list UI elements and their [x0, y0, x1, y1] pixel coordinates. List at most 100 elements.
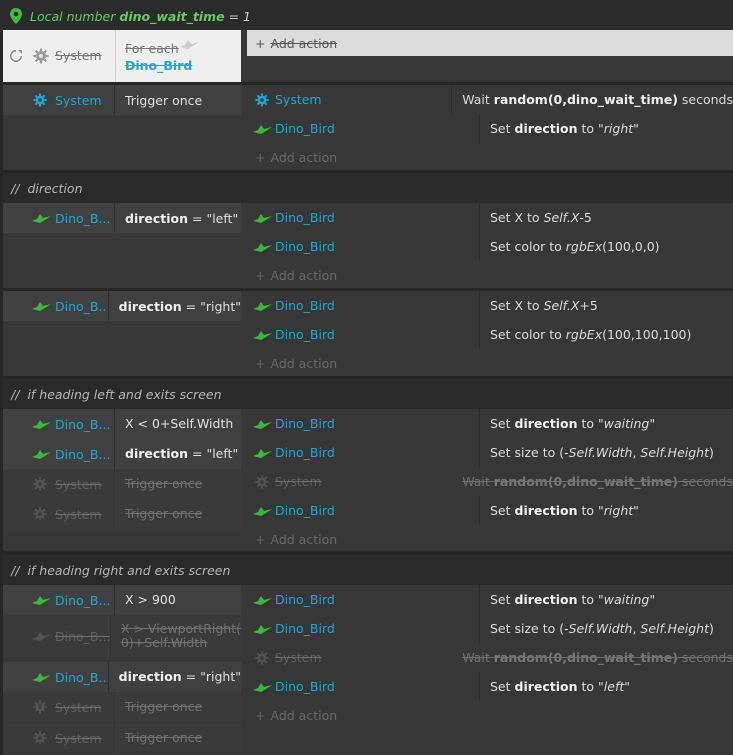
- action-object: Dino_Bird: [247, 320, 480, 349]
- dino-bird-icon: [253, 301, 272, 311]
- gear-icon: [255, 474, 269, 489]
- condition-row[interactable]: System Trigger once: [3, 469, 241, 499]
- action-object: Dino_Bird: [247, 585, 480, 614]
- event-direction-right[interactable]: Dino_B... direction = "right" Dino_Bird …: [3, 291, 733, 376]
- action-object-label: System: [275, 650, 322, 665]
- add-action-button[interactable]: + Add action: [247, 144, 337, 170]
- dino-bird-icon: [32, 450, 51, 459]
- add-action-button[interactable]: + Add action: [247, 262, 337, 288]
- condition-row[interactable]: System Trigger once: [3, 723, 241, 753]
- condition-text: Trigger once: [125, 92, 203, 108]
- action-row[interactable]: Dino_Bird Set size to (-Self.Width, Self…: [247, 614, 733, 643]
- dino-bird-icon: [32, 420, 51, 429]
- condition-row[interactable]: Dino_B... X < 0+Self.Width: [3, 409, 241, 439]
- action-text: Set direction to "waiting": [490, 416, 656, 431]
- action-text: Set color to rgbEx(100,0,0): [490, 239, 660, 254]
- action-text: Set color to rgbEx(100,100,100): [490, 327, 692, 342]
- add-action-button[interactable]: + Add action: [247, 702, 337, 728]
- add-action-button[interactable]: + Add action: [247, 526, 337, 552]
- action-text: Set direction to "right": [490, 503, 639, 518]
- action-text: Set direction to "left": [490, 679, 630, 694]
- event-direction-left[interactable]: Dino_B... direction = "left" Dino_Bird S…: [3, 203, 733, 288]
- event-left-exit[interactable]: Dino_B... X < 0+Self.Width Dino_B... dir…: [3, 409, 733, 551]
- action-row[interactable]: System Wait random(0,dino_wait_time) sec…: [247, 643, 733, 672]
- condition-object: System: [3, 692, 115, 722]
- action-row[interactable]: Dino_Bird Set direction to "right": [247, 496, 733, 525]
- local-variable-row[interactable]: Local number dino_wait_time = 1: [0, 0, 733, 32]
- action-text: Wait random(0,dino_wait_time) seconds: [462, 650, 733, 665]
- action-text: Wait random(0,dino_wait_time) seconds: [462, 474, 733, 489]
- condition-object: Dino_B...: [3, 615, 111, 657]
- condition-object: Dino_B...: [3, 585, 115, 615]
- action-object: System: [247, 467, 453, 496]
- dino-bird-icon: [32, 596, 51, 605]
- action-object-label: System: [275, 474, 322, 489]
- dino-bird-icon: [253, 506, 272, 516]
- add-action-button[interactable]: + Add action: [247, 30, 733, 56]
- action-wait[interactable]: System Wait random(0,dino_wait_time) sec…: [247, 85, 733, 114]
- action-object-label: Dino_Bird: [275, 592, 335, 607]
- event-right-exit[interactable]: Dino_B... X > 900 Dino_B... X > Viewport…: [3, 585, 733, 755]
- condition-row[interactable]: Dino_B... direction = "right": [3, 662, 241, 692]
- foreach-condition[interactable]: System For each Dino_Bird: [3, 30, 241, 82]
- dino-bird-icon: [253, 242, 272, 252]
- action-object-label: Dino_Bird: [275, 503, 335, 518]
- action-row[interactable]: Dino_Bird Set direction to "waiting": [247, 409, 733, 438]
- action-object: Dino_Bird: [247, 409, 480, 438]
- dino-bird-icon: [32, 632, 51, 641]
- condition-object: Dino_B...: [3, 291, 109, 321]
- action-row[interactable]: Dino_Bird Set direction to "waiting": [247, 585, 733, 614]
- condition-row[interactable]: Dino_B... X > ViewportRight(0)+Self.Widt…: [3, 615, 241, 657]
- condition-text: X < 0+Self.Width: [125, 416, 234, 431]
- action-text: Set size to (-Self.Width, Self.Height): [490, 445, 714, 460]
- condition-row[interactable]: System Trigger once: [3, 499, 241, 529]
- dino-bird-icon: [253, 124, 272, 134]
- action-object: System: [247, 85, 453, 114]
- action-object: Dino_Bird: [247, 496, 480, 525]
- comment-direction[interactable]: //direction: [3, 173, 733, 203]
- action-object: Dino_Bird: [247, 614, 480, 643]
- action-set-x[interactable]: Dino_Bird Set X to Self.X+5: [247, 291, 733, 320]
- condition-object: Dino_B...: [3, 203, 115, 233]
- action-object-label: Dino_Bird: [275, 621, 335, 636]
- condition-trigger-once[interactable]: System Trigger once: [3, 85, 241, 115]
- gear-icon: [33, 731, 47, 745]
- gear-icon: [33, 477, 47, 491]
- condition-object: System: [3, 469, 115, 499]
- action-row[interactable]: System Wait random(0,dino_wait_time) sec…: [247, 467, 733, 496]
- action-object: Dino_Bird: [247, 203, 480, 232]
- add-action-button[interactable]: + Add action: [247, 350, 337, 376]
- condition-row[interactable]: System Trigger once: [3, 692, 241, 722]
- condition-text: X > 900: [125, 592, 176, 607]
- comment-heading-right[interactable]: //if heading right and exits screen: [3, 555, 733, 585]
- action-row[interactable]: Dino_Bird Set direction to "left": [247, 672, 733, 701]
- action-text: Set direction to "waiting": [490, 592, 656, 607]
- event-foreach[interactable]: System For each Dino_Bird + Add action: [3, 30, 733, 82]
- action-row[interactable]: Dino_Bird Set size to (-Self.Width, Self…: [247, 438, 733, 467]
- condition-object: System: [3, 723, 115, 753]
- gear-icon: [33, 48, 49, 64]
- condition-direction-right[interactable]: Dino_B... direction = "right": [3, 291, 241, 321]
- condition-row[interactable]: Dino_B... X > 900: [3, 585, 241, 615]
- local-var-name: dino_wait_time: [119, 8, 225, 24]
- action-set-color[interactable]: Dino_Bird Set color to rgbEx(100,0,0): [247, 232, 733, 261]
- dino-bird-icon: [32, 302, 51, 311]
- action-object: Dino_Bird: [247, 291, 480, 320]
- comment-heading-left[interactable]: //if heading left and exits screen: [3, 379, 733, 409]
- gear-icon: [255, 650, 269, 665]
- action-text: Set X to Self.X+5: [490, 298, 598, 313]
- action-set-x[interactable]: Dino_Bird Set X to Self.X-5: [247, 203, 733, 232]
- event-trigger-once[interactable]: System Trigger once System Wait random(0…: [3, 85, 733, 170]
- condition-text: direction = "right": [118, 298, 241, 314]
- action-object: Dino_Bird: [247, 672, 480, 701]
- action-set-color[interactable]: Dino_Bird Set color to rgbEx(100,100,100…: [247, 320, 733, 349]
- action-object: Dino_Bird: [247, 114, 480, 143]
- condition-direction-left[interactable]: Dino_B... direction = "left": [3, 203, 241, 233]
- dino-bird-icon: [253, 330, 272, 340]
- condition-object: System: [3, 85, 115, 115]
- action-set-direction[interactable]: Dino_Bird Set direction to "right": [247, 114, 733, 143]
- condition-text: direction = "left": [125, 210, 239, 226]
- condition-row[interactable]: Dino_B... direction = "left": [3, 439, 241, 469]
- local-var-prefix: Local number: [30, 8, 116, 24]
- action-object-label: Dino_Bird: [275, 445, 335, 460]
